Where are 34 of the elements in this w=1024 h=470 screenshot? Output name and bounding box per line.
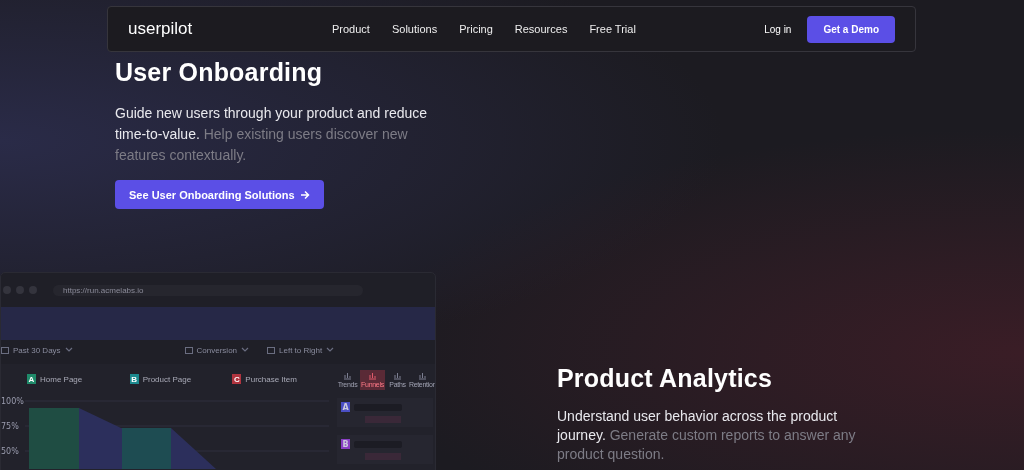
funnel-step-label: A Home Page — [27, 374, 84, 384]
address-bar: https://run.acmelabs.io — [53, 284, 363, 296]
section-description: Understand user behavior across the product journey. Generate custom reports to answer any product question. — [557, 407, 857, 464]
demo-button[interactable]: Get a Demo — [807, 15, 895, 43]
filter-dropdown[interactable]: Conversion — [184, 345, 250, 355]
filter-dropdown[interactable]: Left to Right — [267, 345, 335, 355]
calendar-icon — [1, 346, 9, 354]
chart-icon — [343, 372, 352, 380]
nav-link[interactable]: Product — [332, 23, 370, 35]
login-link[interactable]: Log in — [764, 23, 792, 35]
chart-icon — [418, 372, 427, 380]
nav-link[interactable]: Free Trial — [589, 23, 636, 35]
nav-link[interactable]: Pricing — [459, 23, 493, 35]
chevron-down-icon — [241, 347, 250, 353]
axis-tick-label: 100% — [1, 397, 24, 406]
section-heading: Product Analytics — [557, 364, 774, 393]
solutions-button[interactable]: See User Onboarding Solutions — [115, 180, 324, 209]
funnel-step-label: B Product Page — [129, 374, 193, 384]
filter-dropdown[interactable]: Past 30 Days — [1, 345, 73, 355]
nav-link[interactable]: Solutions — [391, 23, 438, 35]
arrow-right-icon — [299, 189, 310, 200]
axis-tick-label: 75% — [1, 422, 19, 431]
step-card: B — [337, 435, 433, 464]
chevron-down-icon — [326, 347, 335, 353]
chart-icon — [393, 372, 402, 380]
nav-link[interactable]: Resources — [514, 23, 568, 35]
chart-icon — [368, 372, 377, 380]
chevron-down-icon — [64, 347, 73, 353]
section-heading: User Onboarding — [115, 58, 324, 87]
funnel-step-label: C Purchase Item — [232, 374, 298, 384]
logo[interactable]: userpilot — [128, 19, 328, 39]
axis-tick-label: 50% — [1, 447, 19, 456]
section-description: Guide new users through your product and reduce time-to-value. Help existing users discover new features contextually. — [115, 104, 429, 165]
step-card: A — [337, 398, 433, 427]
